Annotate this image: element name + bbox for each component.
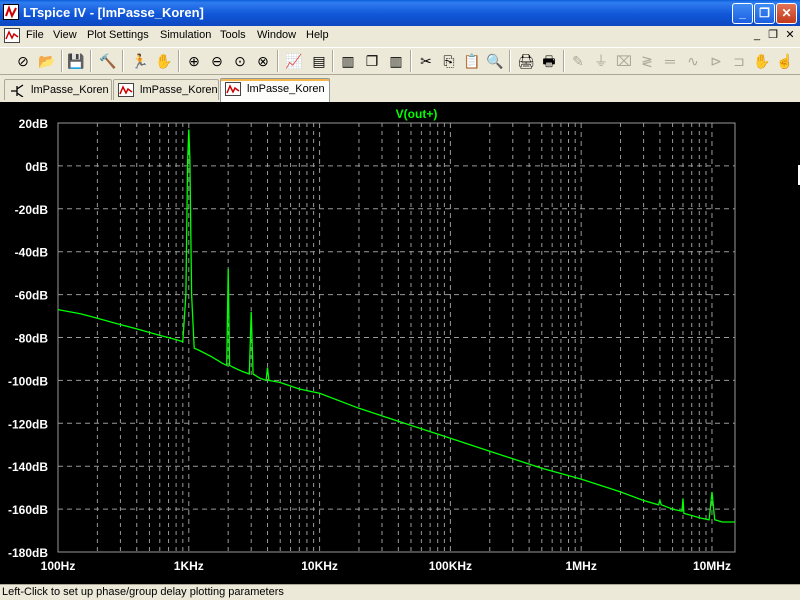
waveform-icon — [118, 83, 134, 97]
mdi-restore-button[interactable]: ❐ — [766, 28, 780, 42]
menu-window[interactable]: Window — [257, 29, 296, 41]
tile-horizontal-icon[interactable]: ▤ — [309, 51, 329, 71]
waveform-icon — [225, 82, 241, 96]
x-tick-label: 1KHz — [174, 559, 204, 573]
x-tick-label: 1MHz — [566, 559, 597, 573]
label-icon[interactable]: ⌧ — [614, 51, 634, 71]
x-tick-label: 100Hz — [41, 559, 76, 573]
zoom-in-icon[interactable]: ⊕ — [184, 51, 204, 71]
autorange-icon[interactable]: 📈 — [284, 51, 304, 71]
restore-button[interactable]: ❐ — [754, 3, 775, 24]
status-bar: Left-Click to set up phase/group delay p… — [0, 584, 800, 600]
toolbar-separator — [122, 50, 124, 72]
x-tick-label: 10MHz — [693, 559, 731, 573]
cascade-icon[interactable]: ❐ — [362, 51, 382, 71]
paste-icon[interactable]: 📋 — [462, 51, 482, 71]
close-button[interactable]: ✕ — [776, 3, 797, 24]
tile-vertical-icon[interactable]: ▥ — [338, 51, 358, 71]
y-tick-label: -120dB — [8, 417, 48, 431]
print-preview-icon[interactable]: 🖨 — [516, 51, 536, 71]
y-tick-label: -40dB — [15, 246, 49, 260]
capacitor-icon[interactable]: ═ — [660, 51, 680, 71]
x-tick-label: 100KHz — [429, 559, 472, 573]
minimize-icon: _ — [739, 6, 746, 20]
y-tick-label: -80dB — [15, 332, 49, 346]
y-tick-label: 0dB — [25, 160, 48, 174]
document-icon[interactable] — [4, 28, 20, 43]
y-tick-label: -140dB — [8, 460, 48, 474]
y-tick-label: -100dB — [8, 374, 48, 388]
control-panel-icon[interactable]: 🔨 — [98, 51, 118, 71]
mdi-close-button[interactable]: ✕ — [783, 28, 797, 42]
print-icon[interactable]: 🖶 — [539, 51, 559, 71]
menu-simulation[interactable]: Simulation — [160, 29, 211, 41]
x-tick-label: 10KHz — [301, 559, 338, 573]
cut-icon[interactable]: ✂ — [416, 51, 436, 71]
run-icon[interactable]: 🏃 — [130, 51, 150, 71]
title-bar[interactable]: LTspice IV - [lmPasse_Koren] _ ❐ ✕ — [0, 0, 800, 26]
toolbar-separator — [178, 50, 180, 72]
menu-help[interactable]: Help — [306, 29, 329, 41]
toolbar-separator — [61, 50, 63, 72]
restore-icon: ❐ — [759, 6, 770, 20]
halt-icon[interactable]: ✋ — [154, 51, 174, 71]
drag-icon[interactable]: ☝ — [775, 51, 795, 71]
find-icon[interactable]: 🔍 — [485, 51, 505, 71]
zoom-fit-icon[interactable]: ⊙ — [230, 51, 250, 71]
tab-label: lmPasse_Koren — [247, 83, 325, 95]
tab-waveform-1[interactable]: lmPasse_Koren — [113, 79, 219, 100]
window-title: LTspice IV - [lmPasse_Koren] — [23, 5, 204, 20]
menu-view[interactable]: View — [53, 29, 77, 41]
new-schematic-icon[interactable]: ⊘ — [13, 51, 33, 71]
y-tick-label: -160dB — [8, 503, 48, 517]
y-tick-label: -60dB — [15, 289, 49, 303]
resistor-icon[interactable]: ≷ — [637, 51, 657, 71]
schematic-icon — [11, 84, 24, 97]
diode-icon[interactable]: ⊳ — [706, 51, 726, 71]
y-tick-label: 20dB — [19, 117, 49, 131]
ltspice-app-icon[interactable] — [3, 4, 19, 20]
ground-icon[interactable]: ⏚ — [591, 51, 611, 71]
move-icon[interactable]: ✋ — [752, 51, 772, 71]
toolbar-separator — [509, 50, 511, 72]
trace-label[interactable]: V(out+) — [396, 107, 438, 121]
copy-icon[interactable]: ⎘ — [439, 51, 459, 71]
component-icon[interactable]: ⊐ — [729, 51, 749, 71]
y-tick-label: -20dB — [15, 203, 49, 217]
close-icon: ✕ — [781, 6, 792, 20]
toolbar-separator — [90, 50, 92, 72]
toolbar-separator — [410, 50, 412, 72]
save-icon[interactable]: 💾 — [66, 51, 86, 71]
zoom-out-icon[interactable]: ⊖ — [207, 51, 227, 71]
menu-plot-settings[interactable]: Plot Settings — [87, 29, 149, 41]
y-tick-label: -180dB — [8, 546, 48, 560]
waveform-chart[interactable]: 20dB 0dB -20dB -40dB -60dB -80dB -100dB -120dB -… — [0, 102, 800, 584]
tile-vertical-icon[interactable]: ▥ — [386, 51, 406, 71]
tab-waveform-2[interactable]: lmPasse_Koren — [220, 78, 330, 102]
tab-label: lmPasse_Koren — [31, 84, 109, 96]
toolbar-separator — [332, 50, 334, 72]
menu-tools[interactable]: Tools — [220, 29, 246, 41]
minimize-button[interactable]: _ — [732, 3, 753, 24]
inductor-icon[interactable]: ∿ — [683, 51, 703, 71]
toolbar-separator — [277, 50, 279, 72]
tab-label: lmPasse_Koren — [140, 84, 218, 96]
menu-file[interactable]: File — [26, 29, 44, 41]
toolbar-separator — [563, 50, 565, 72]
zoom-cancel-icon[interactable]: ⊗ — [253, 51, 273, 71]
status-text: Left-Click to set up phase/group delay p… — [2, 586, 284, 598]
mdi-minimize-button[interactable]: _ — [750, 28, 764, 42]
tab-schematic[interactable]: lmPasse_Koren — [4, 79, 112, 100]
open-icon[interactable]: 📂 — [37, 51, 57, 71]
wire-icon[interactable]: ✎ — [568, 51, 588, 71]
